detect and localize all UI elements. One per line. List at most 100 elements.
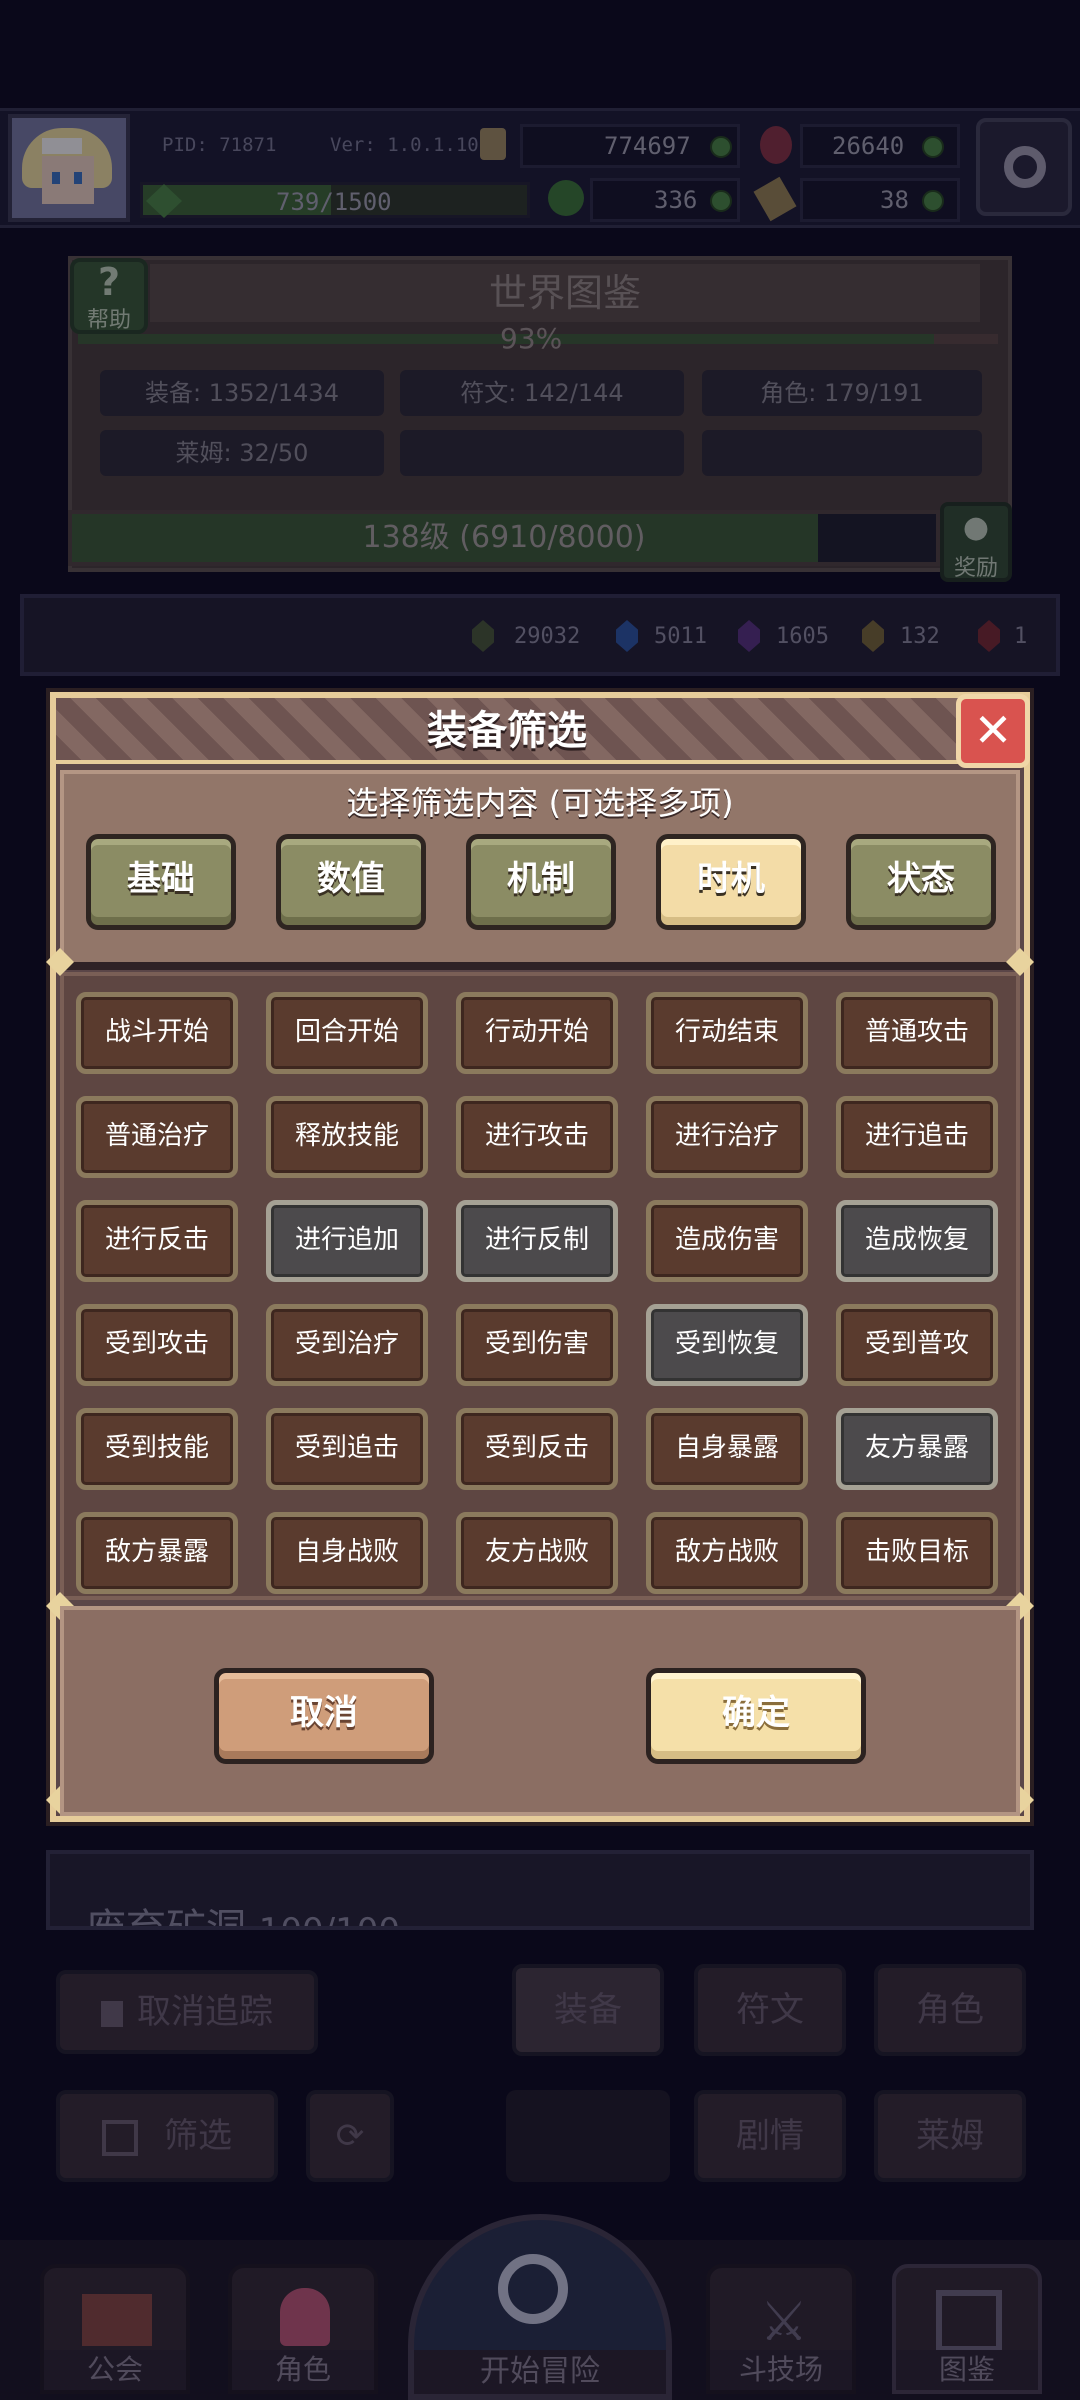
option-button[interactable]: 进行追击 [836,1096,998,1178]
option-button[interactable]: 受到恢复 [646,1304,808,1386]
guild-icon [82,2294,152,2346]
option-button[interactable]: 行动结束 [646,992,808,1074]
clover-count: 336 [654,186,698,214]
atlas-equipment-stat: 装备: 1352/1434 [100,370,384,416]
option-button[interactable]: 自身暴露 [646,1408,808,1490]
tab-characters[interactable]: 角色 [874,1964,1026,2056]
nav-atlas-label: 图鉴 [896,2350,1038,2390]
character-icon [280,2288,330,2346]
help-button[interactable]: ? 帮助 [70,258,148,334]
option-button[interactable]: 受到普攻 [836,1304,998,1386]
option-button[interactable]: 普通治疗 [76,1096,238,1178]
atlas-slime-stat: 莱姆: 32/50 [100,430,384,476]
question-icon: ? [97,260,121,304]
gold-gem-icon [862,620,884,652]
section-divider [56,962,1024,970]
category-mechanics[interactable]: 机制 [466,834,616,930]
nav-character[interactable]: 角色 [228,2264,378,2394]
tab-equipment[interactable]: 装备 [512,1964,664,2056]
nav-guild[interactable]: 公会 [40,2264,190,2394]
tab-slime[interactable]: 莱姆 [874,2090,1026,2182]
category-status[interactable]: 状态 [846,834,996,930]
untrack-button[interactable]: 取消追踪 [56,1970,318,2054]
untrack-label: 取消追踪 [137,1992,273,2032]
atlas-empty-stat [702,430,982,476]
close-icon: ✕ [973,703,1013,757]
option-button[interactable]: 击败目标 [836,1512,998,1594]
add-gem-icon[interactable] [922,136,944,158]
option-button[interactable]: 受到治疗 [266,1304,428,1386]
gem-count-blue: 5011 [654,624,707,649]
add-key-icon[interactable] [922,190,944,212]
help-label: 帮助 [86,308,131,333]
close-button[interactable]: ✕ [956,694,1030,768]
option-button[interactable]: 自身战败 [266,1512,428,1594]
atlas-level-text: 138级 (6910/8000) [362,520,646,555]
atlas-title: 世界图鉴 [150,264,980,322]
atlas-rune-stat: 符文: 142/144 [400,370,684,416]
option-button[interactable]: 释放技能 [266,1096,428,1178]
player-id: PID: 71871 [162,134,277,156]
gem-count-green: 29032 [514,624,581,649]
action-section [60,1606,1020,1816]
add-gold-icon[interactable] [710,136,732,158]
option-button[interactable]: 造成伤害 [646,1200,808,1282]
settings-gear-icon[interactable] [976,118,1072,216]
option-button[interactable]: 受到反击 [456,1408,618,1490]
category-stats[interactable]: 数值 [276,834,426,930]
nav-arena[interactable]: ⚔ 斗技场 [706,2264,856,2394]
key-count: 38 [880,186,909,214]
thumb-icon [101,2000,123,2027]
filter-label: 筛选 [164,2116,232,2156]
version-label: Ver: 1.0.1.10 [330,134,479,156]
option-button[interactable]: 友方暴露 [836,1408,998,1490]
category-timing[interactable]: 时机 [656,834,806,930]
nav-character-label: 角色 [232,2350,374,2390]
option-button[interactable]: 受到攻击 [76,1304,238,1386]
filter-button[interactable]: 筛选 [56,2090,278,2182]
tab-story[interactable]: 剧情 [694,2090,846,2182]
green-gem-icon [472,620,494,652]
option-button[interactable]: 敌方暴露 [76,1512,238,1594]
refresh-icon[interactable]: ⟳ [306,2090,394,2182]
nav-atlas[interactable]: 图鉴 [892,2264,1042,2394]
clover-icon [548,180,584,216]
gold-count: 774697 [604,132,691,160]
mine-banner[interactable]: 废弃矿洞 100/100 [46,1850,1034,1930]
option-button[interactable]: 回合开始 [266,992,428,1074]
option-button[interactable]: 行动开始 [456,992,618,1074]
option-button[interactable]: 进行攻击 [456,1096,618,1178]
atlas-empty-stat [400,430,684,476]
cancel-button[interactable]: 取消 [214,1668,434,1764]
atlas-level-bar: 138级 (6910/8000) [68,510,940,566]
scroll-icon [480,128,506,160]
purple-gem-icon [738,620,760,652]
add-clover-icon[interactable] [710,190,732,212]
book-icon [936,2290,1002,2352]
option-button[interactable]: 敌方战败 [646,1512,808,1594]
option-button[interactable]: 普通攻击 [836,992,998,1074]
reward-label: 奖励 [953,556,998,581]
option-button[interactable]: 进行反击 [76,1200,238,1282]
option-button[interactable]: 受到伤害 [456,1304,618,1386]
option-button[interactable]: 友方战败 [456,1512,618,1594]
reward-button[interactable]: ● 奖励 [940,502,1012,582]
gem-inventory-row: 29032 5011 1605 132 1 [20,594,1060,676]
blue-gem-icon [616,620,638,652]
tab-runes[interactable]: 符文 [694,1964,846,2056]
gem-count-gold: 132 [900,624,940,649]
gem-count-purple: 1605 [776,624,829,649]
option-button[interactable]: 进行治疗 [646,1096,808,1178]
option-button[interactable]: 进行反制 [456,1200,618,1282]
empty-slot [506,2090,670,2182]
option-button[interactable]: 造成恢复 [836,1200,998,1282]
mine-count: 100/100 [259,1911,400,1926]
ruby-icon [760,126,792,164]
option-button[interactable]: 进行追加 [266,1200,428,1282]
category-basic[interactable]: 基础 [86,834,236,930]
confirm-button[interactable]: 确定 [646,1668,866,1764]
option-button[interactable]: 战斗开始 [76,992,238,1074]
option-button[interactable]: 受到技能 [76,1408,238,1490]
player-avatar[interactable] [8,114,130,222]
option-button[interactable]: 受到追击 [266,1408,428,1490]
